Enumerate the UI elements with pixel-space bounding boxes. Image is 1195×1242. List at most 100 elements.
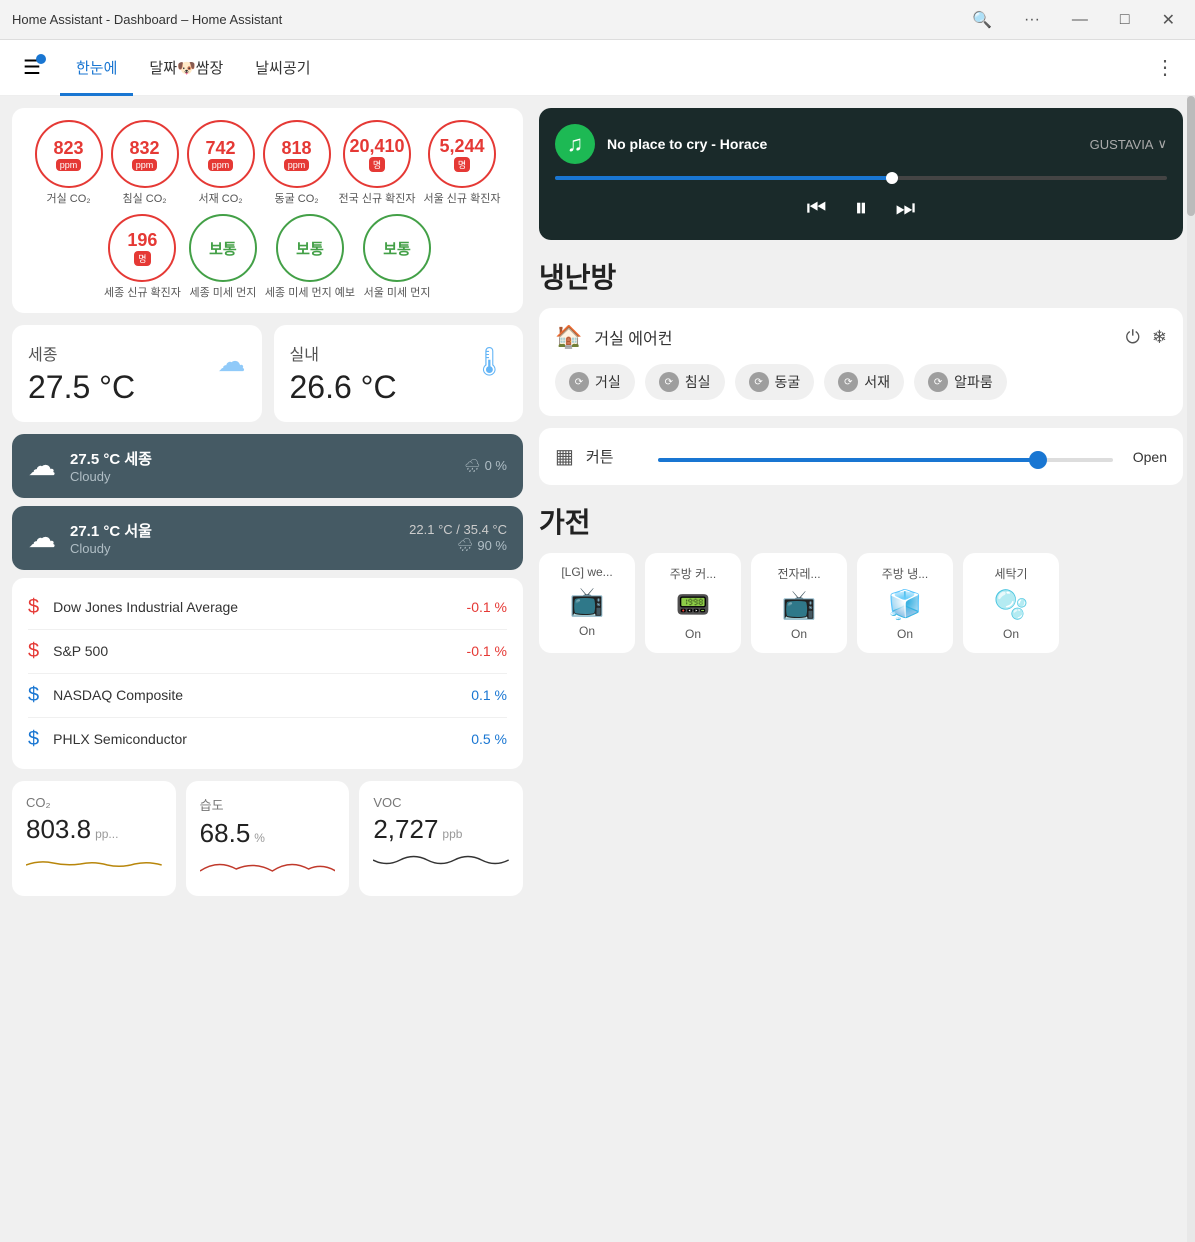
room-button[interactable]: ⟳알파룸 [914, 364, 1007, 400]
stock-row: $ NASDAQ Composite 0.1 % [28, 674, 507, 718]
sensor-unit: ppb [442, 827, 462, 841]
room-label: 침실 [685, 372, 711, 392]
appliance-status: On [1003, 627, 1019, 641]
sensor-value: 2,727 [373, 814, 438, 845]
more-icon[interactable]: ··· [1016, 7, 1048, 33]
tab-dalja[interactable]: 달짜🐶쌈장 [133, 40, 239, 96]
progress-dot [886, 172, 898, 184]
indoor-temp: 26.6 °C [290, 369, 397, 406]
minimize-button[interactable]: — [1064, 7, 1096, 33]
progress-bar[interactable] [555, 176, 1167, 180]
stock-change: -0.1 % [467, 599, 507, 615]
stock-row: $ PHLX Semiconductor 0.5 % [28, 718, 507, 761]
nav-more-icon[interactable]: ⋮ [1147, 47, 1183, 88]
spotify-progress [555, 176, 1167, 180]
stock-card: $ Dow Jones Industrial Average -0.1 % $ … [12, 578, 523, 769]
stock-name: NASDAQ Composite [53, 687, 471, 703]
room-button[interactable]: ⟳ 침실 [645, 364, 725, 400]
hvac-section-title: 냉난방 [539, 256, 1183, 296]
tab-weather[interactable]: 날씨공기 [239, 40, 326, 96]
rain-icon: 🌧 [464, 458, 481, 474]
titlebar: Home Assistant - Dashboard – Home Assist… [0, 0, 1195, 40]
stock-name: PHLX Semiconductor [53, 731, 471, 747]
search-icon[interactable]: 🔍 [964, 6, 1000, 34]
tab-hanuneye[interactable]: 한눈에 [60, 40, 133, 96]
scrollbar-thumb[interactable] [1187, 96, 1195, 216]
sensor-card: CO₂ 803.8 pp... [12, 781, 176, 896]
room-button[interactable]: ⟳거실 [555, 364, 635, 400]
forecast-sejong-desc: Cloudy [70, 469, 464, 484]
hvac-buttons: ⏻ ❄ [1126, 327, 1167, 348]
room-label: 동굴 [775, 372, 801, 392]
forecast-seoul-temp: 27.1 °C 서울 [70, 520, 409, 541]
appliance-icon: 📺 [782, 588, 817, 621]
appliance-name: 주방 커... [670, 565, 716, 582]
sparkline [373, 845, 509, 875]
room-button[interactable]: ⟳ 동굴 [735, 364, 815, 400]
close-button[interactable]: ✕ [1154, 6, 1183, 34]
maximize-button[interactable]: □ [1112, 7, 1138, 33]
nav-tabs: 한눈에 달짜🐶쌈장 날씨공기 [60, 40, 1147, 96]
titlebar-title: Home Assistant - Dashboard – Home Assist… [12, 12, 282, 27]
dollar-icon: $ [28, 640, 39, 663]
hvac-name: 거실 에어컨 [594, 325, 1113, 349]
appliance-card[interactable]: 세탁기 🫧 On [963, 553, 1059, 653]
forecast-seoul-right: 22.1 °C / 35.4 °C 🌧 90 % [409, 522, 507, 553]
forecast-seoul-info: 27.1 °C 서울 Cloudy [70, 520, 409, 556]
appliance-icon: 📟 [676, 588, 711, 621]
sparkline [26, 845, 162, 875]
pause-button[interactable]: ⏸ [854, 192, 867, 224]
hamburger-menu[interactable]: ☰ [12, 48, 52, 88]
curtain-slider[interactable] [658, 458, 1113, 462]
aq-item: 823ppm거실 CO₂ [35, 120, 103, 206]
appliance-icon: 🫧 [994, 588, 1029, 621]
appliance-card[interactable]: 전자레... 📺 On [751, 553, 847, 653]
next-button[interactable]: ⏭ [896, 195, 916, 221]
aq-item: 818ppm동굴 CO₂ [263, 120, 331, 206]
appliance-card[interactable]: [LG] we... 📺 On [539, 553, 635, 653]
appliance-card[interactable]: 주방 커... 📟 On [645, 553, 741, 653]
room-icon: ⟳ [749, 372, 769, 392]
titlebar-right: 🔍 ··· — □ ✕ [964, 6, 1183, 34]
home-icon: 🏠 [555, 324, 582, 350]
right-panel: ♫ No place to cry - Horace GUSTAVIA ∨ ⏮ … [535, 96, 1195, 1242]
indoor-weather-card: 실내 26.6 °C 🌡 [274, 325, 524, 422]
progress-fill [555, 176, 892, 180]
stock-change: 0.1 % [471, 687, 507, 703]
curtain-name: 커튼 [586, 446, 646, 467]
main-content: 823ppm거실 CO₂832ppm침실 CO₂742ppm서재 CO₂818p… [0, 96, 1195, 1242]
left-panel: 823ppm거실 CO₂832ppm침실 CO₂742ppm서재 CO₂818p… [0, 96, 535, 1242]
sejong-weather-card: 세종 27.5 °C ☁ [12, 325, 262, 422]
sensor-label: 습도 [200, 795, 336, 814]
room-icon: ⟳ [659, 372, 679, 392]
appliance-name: [LG] we... [561, 565, 612, 579]
hvac-header: 🏠 거실 에어컨 ⏻ ❄ [555, 324, 1167, 350]
curtain-status: Open [1133, 449, 1167, 465]
room-button[interactable]: ⟳서재 [824, 364, 904, 400]
thermometer-icon: 🌡 [471, 345, 507, 378]
titlebar-left: Home Assistant - Dashboard – Home Assist… [12, 12, 282, 27]
power-button[interactable]: ⏻ [1126, 327, 1140, 348]
sensor-label: VOC [373, 795, 509, 810]
stock-change: 0.5 % [471, 731, 507, 747]
room-buttons: ⟳거실 ⟳ 침실 ⟳ 동굴 ⟳서재 ⟳알파룸 [555, 364, 1167, 400]
appliance-card[interactable]: 주방 냉... 🧊 On [857, 553, 953, 653]
sensor-row: CO₂ 803.8 pp... 습도 68.5 % VOC 2,727 ppb [12, 781, 523, 896]
spotify-controls: ⏮ ⏸ ⏭ [555, 192, 1167, 224]
forecast-sejong-rain: 🌧 0 % [464, 458, 507, 474]
spotify-device[interactable]: GUSTAVIA ∨ [1090, 136, 1167, 152]
spotify-song-name: No place to cry - Horace [607, 136, 1078, 152]
sensor-card: 습도 68.5 % [186, 781, 350, 896]
sensor-label: CO₂ [26, 795, 162, 810]
rain-icon2: 🌧 [457, 537, 474, 553]
weather-row: 세종 27.5 °C ☁ 실내 26.6 °C 🌡 [12, 325, 523, 422]
room-label: 서재 [864, 372, 890, 392]
prev-button[interactable]: ⏮ [807, 195, 827, 221]
snowflake-icon[interactable]: ❄ [1152, 327, 1167, 348]
spotify-card: ♫ No place to cry - Horace GUSTAVIA ∨ ⏮ … [539, 108, 1183, 240]
chevron-down-icon: ∨ [1157, 136, 1167, 152]
forecast-cloud-icon2: ☁ [28, 521, 56, 554]
spotify-song-info: No place to cry - Horace [607, 136, 1078, 152]
forecast-sejong-temp: 27.5 °C 세종 [70, 448, 464, 469]
stock-name: S&P 500 [53, 643, 466, 659]
